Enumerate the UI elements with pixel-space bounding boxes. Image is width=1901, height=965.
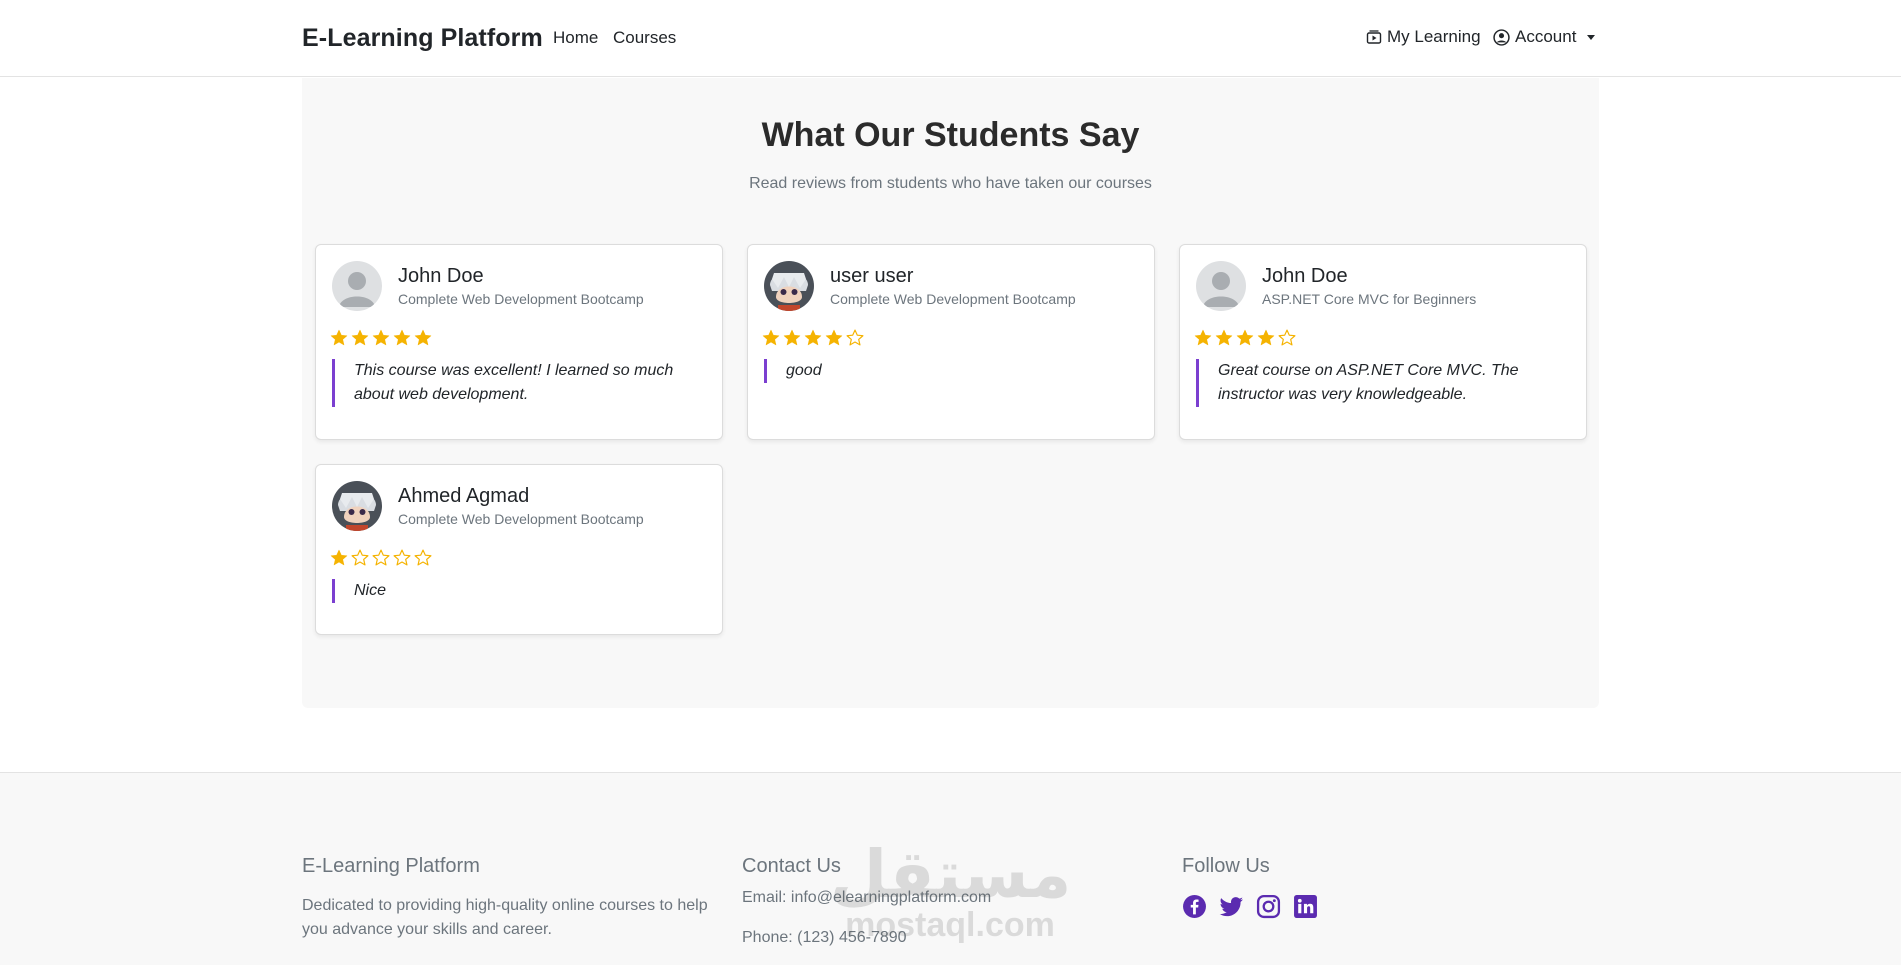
- course-name: Complete Web Development Bootcamp: [398, 511, 644, 527]
- nav-home-link[interactable]: Home: [553, 28, 598, 48]
- star-filled-icon: [351, 329, 369, 346]
- brand-logo[interactable]: E-Learning Platform: [302, 24, 543, 53]
- footer-about-text: Dedicated to providing high-quality onli…: [302, 897, 708, 938]
- review-comment: Great course on ASP.NET Core MVC. The in…: [1196, 359, 1572, 407]
- star-rating: [1194, 329, 1296, 347]
- linkedin-icon[interactable]: [1293, 894, 1318, 919]
- chevron-down-icon: [1587, 34, 1596, 40]
- review-card: John Doe Complete Web Development Bootca…: [315, 244, 723, 440]
- social-links: [1182, 894, 1602, 919]
- reviewer-name: user user: [830, 265, 914, 287]
- review-comment: Nice: [332, 579, 708, 603]
- reviewer-name: Ahmed Agmad: [398, 485, 530, 507]
- star-filled-icon: [1257, 329, 1275, 346]
- review-comment: This course was excellent! I learned so …: [332, 359, 708, 407]
- star-filled-icon: [762, 329, 780, 346]
- facebook-icon[interactable]: [1182, 894, 1207, 919]
- star-filled-icon: [1215, 329, 1233, 346]
- star-rating: [330, 549, 432, 567]
- star-filled-icon: [330, 329, 348, 346]
- default-avatar-icon: [1196, 261, 1246, 311]
- star-rating: [762, 329, 864, 347]
- my-learning-label: My Learning: [1387, 27, 1481, 46]
- star-empty-icon: [846, 329, 864, 346]
- star-filled-icon: [372, 329, 390, 346]
- anime-avatar: [764, 261, 814, 311]
- watermark: مستقل mostaql.com: [830, 836, 1072, 946]
- star-empty-icon: [372, 549, 390, 566]
- star-filled-icon: [414, 329, 432, 346]
- star-rating: [330, 329, 432, 347]
- star-empty-icon: [414, 549, 432, 566]
- top-navbar: E-Learning Platform Home Courses My Lear…: [0, 0, 1901, 77]
- review-card: user user Complete Web Development Bootc…: [747, 244, 1155, 440]
- account-label: Account: [1515, 27, 1577, 46]
- review-card: Ahmed Agmad Complete Web Development Boo…: [315, 464, 723, 635]
- star-filled-icon: [804, 329, 822, 346]
- play-video-icon: [1366, 30, 1382, 44]
- nav-courses-link[interactable]: Courses: [613, 28, 676, 48]
- star-filled-icon: [393, 329, 411, 346]
- star-empty-icon: [393, 549, 411, 566]
- section-title: What Our Students Say: [761, 116, 1140, 154]
- account-dropdown[interactable]: Account: [1493, 27, 1596, 47]
- twitter-icon[interactable]: [1219, 894, 1244, 919]
- reviewer-name: John Doe: [1262, 265, 1348, 287]
- star-filled-icon: [1194, 329, 1212, 346]
- review-comment: good: [764, 359, 1140, 383]
- watermark-arabic: مستقل: [830, 836, 1072, 913]
- footer-follow: Follow Us: [1182, 855, 1602, 919]
- footer-about-heading: E-Learning Platform: [302, 855, 480, 877]
- course-name: Complete Web Development Bootcamp: [830, 291, 1076, 307]
- instagram-icon[interactable]: [1256, 894, 1281, 919]
- anime-avatar: [332, 481, 382, 531]
- reviewer-name: John Doe: [398, 265, 484, 287]
- my-learning-link[interactable]: My Learning: [1366, 27, 1481, 47]
- section-subtitle: Read reviews from students who have take…: [749, 175, 1152, 192]
- star-filled-icon: [783, 329, 801, 346]
- star-filled-icon: [825, 329, 843, 346]
- reviews-section: What Our Students Say Read reviews from …: [302, 78, 1599, 708]
- star-empty-icon: [351, 549, 369, 566]
- watermark-latin: mostaql.com: [845, 906, 1055, 944]
- footer-follow-heading: Follow Us: [1182, 855, 1270, 877]
- review-card: John Doe ASP.NET Core MVC for Beginners …: [1179, 244, 1587, 440]
- star-filled-icon: [1236, 329, 1254, 346]
- course-name: Complete Web Development Bootcamp: [398, 291, 644, 307]
- star-empty-icon: [1278, 329, 1296, 346]
- course-name: ASP.NET Core MVC for Beginners: [1262, 291, 1477, 307]
- user-circle-icon: [1493, 28, 1510, 46]
- star-filled-icon: [330, 549, 348, 566]
- footer-about: E-Learning Platform Dedicated to providi…: [302, 855, 722, 942]
- default-avatar-icon: [332, 261, 382, 311]
